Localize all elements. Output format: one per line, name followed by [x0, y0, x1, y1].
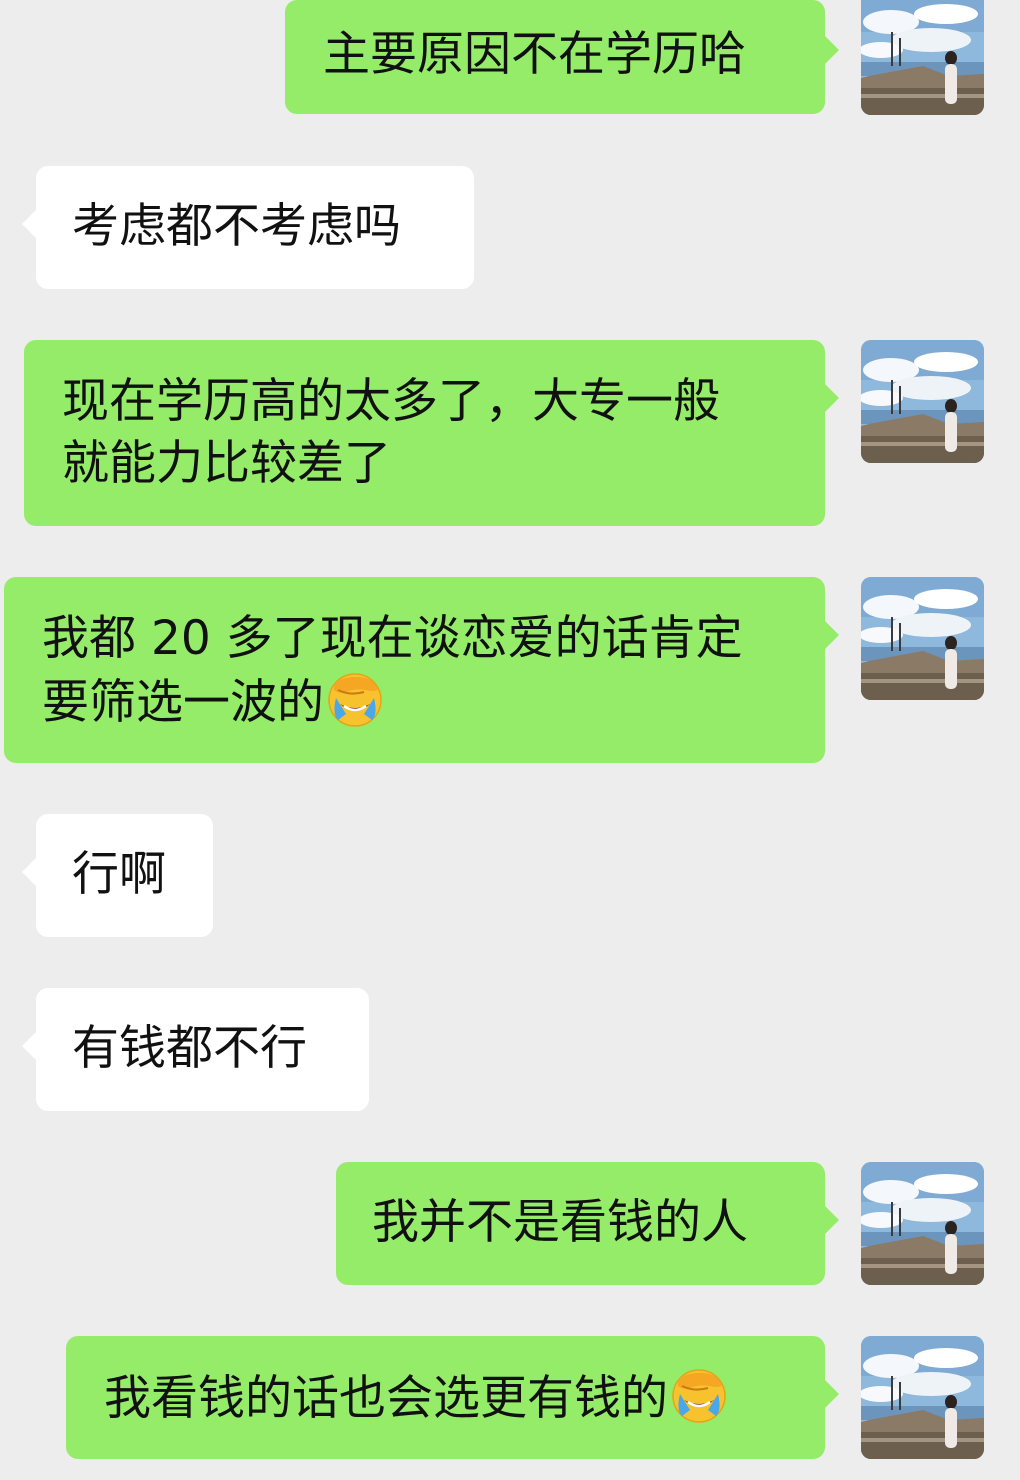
- message-bubble-1[interactable]: 主要原因不在学历哈: [285, 0, 839, 114]
- message-bubble-3[interactable]: 现在学历高的太多了，大专一般 就能力比较差了: [24, 340, 839, 526]
- message-text: 有钱都不行: [72, 1021, 307, 1076]
- message-text-line-2: 就能力比较差了: [62, 436, 391, 491]
- my-avatar[interactable]: [861, 0, 984, 115]
- my-avatar[interactable]: [861, 1162, 984, 1285]
- message-bubble-6[interactable]: 有钱都不行: [22, 988, 369, 1111]
- message-text: 考虑都不考虑吗: [72, 199, 401, 254]
- message-text: 我看钱的话也会选更有钱的: [104, 1371, 668, 1426]
- face-palm-laughing-emoji-icon: [326, 670, 384, 728]
- message-text-line-1: 现在学历高的太多了，大专一般: [62, 374, 720, 429]
- message-bubble-5[interactable]: 行啊: [22, 814, 213, 937]
- message-bubble-2[interactable]: 考虑都不考虑吗: [22, 166, 474, 289]
- bubble-tail: [22, 858, 36, 886]
- message-text: 主要原因不在学历哈: [323, 27, 746, 82]
- bubble-tail: [22, 1032, 36, 1060]
- message-text: 我并不是看钱的人: [372, 1195, 748, 1250]
- face-palm-laughing-emoji-icon: [670, 1366, 728, 1424]
- message-bubble-8[interactable]: 我看钱的话也会选更有钱的: [66, 1336, 839, 1459]
- bubble-tail: [22, 210, 36, 238]
- message-text: 行啊: [72, 847, 166, 902]
- message-bubble-7[interactable]: 我并不是看钱的人: [336, 1162, 839, 1285]
- bubble-tail: [825, 36, 839, 64]
- my-avatar[interactable]: [861, 1336, 984, 1459]
- bubble-tail: [825, 384, 839, 412]
- message-text-line-2: 要筛选一波的: [42, 675, 324, 730]
- bubble-tail: [825, 621, 839, 649]
- bubble-tail: [825, 1206, 839, 1234]
- message-bubble-4[interactable]: 我都 20 多了现在谈恋爱的话肯定 要筛选一波的: [4, 577, 839, 763]
- my-avatar[interactable]: [861, 577, 984, 700]
- my-avatar[interactable]: [861, 340, 984, 463]
- message-text-line-1: 我都 20 多了现在谈恋爱的话肯定: [42, 611, 743, 666]
- bubble-tail: [825, 1380, 839, 1408]
